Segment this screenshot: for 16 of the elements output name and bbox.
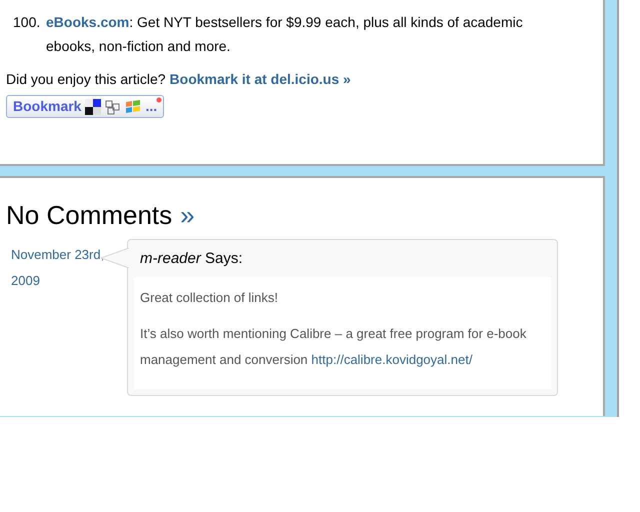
bookmark-button[interactable]: Bookmark ... (6, 95, 164, 118)
article-question: Did you enjoy this article? (6, 70, 166, 88)
squares-icon (85, 98, 102, 114)
comment-author-line: m-reader Says: (139, 249, 244, 269)
bookmark-link[interactable]: Bookmark it at del.icio.us » (170, 70, 351, 88)
windows-flag-icon (125, 98, 142, 114)
ebooks-link[interactable]: eBooks.com (46, 14, 130, 30)
comments-heading: No Comments (6, 200, 172, 230)
list-item-text: eBooks.com: Get NYT bestsellers for $9.99 each, plus all kinds of academic ebooks, non-fiction and more. (46, 13, 524, 56)
comment-date[interactable]: November 23rd, 2009 (0, 239, 127, 396)
list-number: 100. (12, 13, 42, 32)
people-icon (105, 98, 122, 114)
comment-text: It’s also worth mentioning Calibre – a great free program for e-book management and conversion http://calibre.kovidgoyal.net/ (140, 324, 528, 369)
calibre-link[interactable]: http://calibre.kovidgoyal.net/ (311, 352, 472, 366)
comment-text: Great collection of links! (140, 288, 280, 306)
comments-arrow-link[interactable]: » (180, 200, 195, 230)
